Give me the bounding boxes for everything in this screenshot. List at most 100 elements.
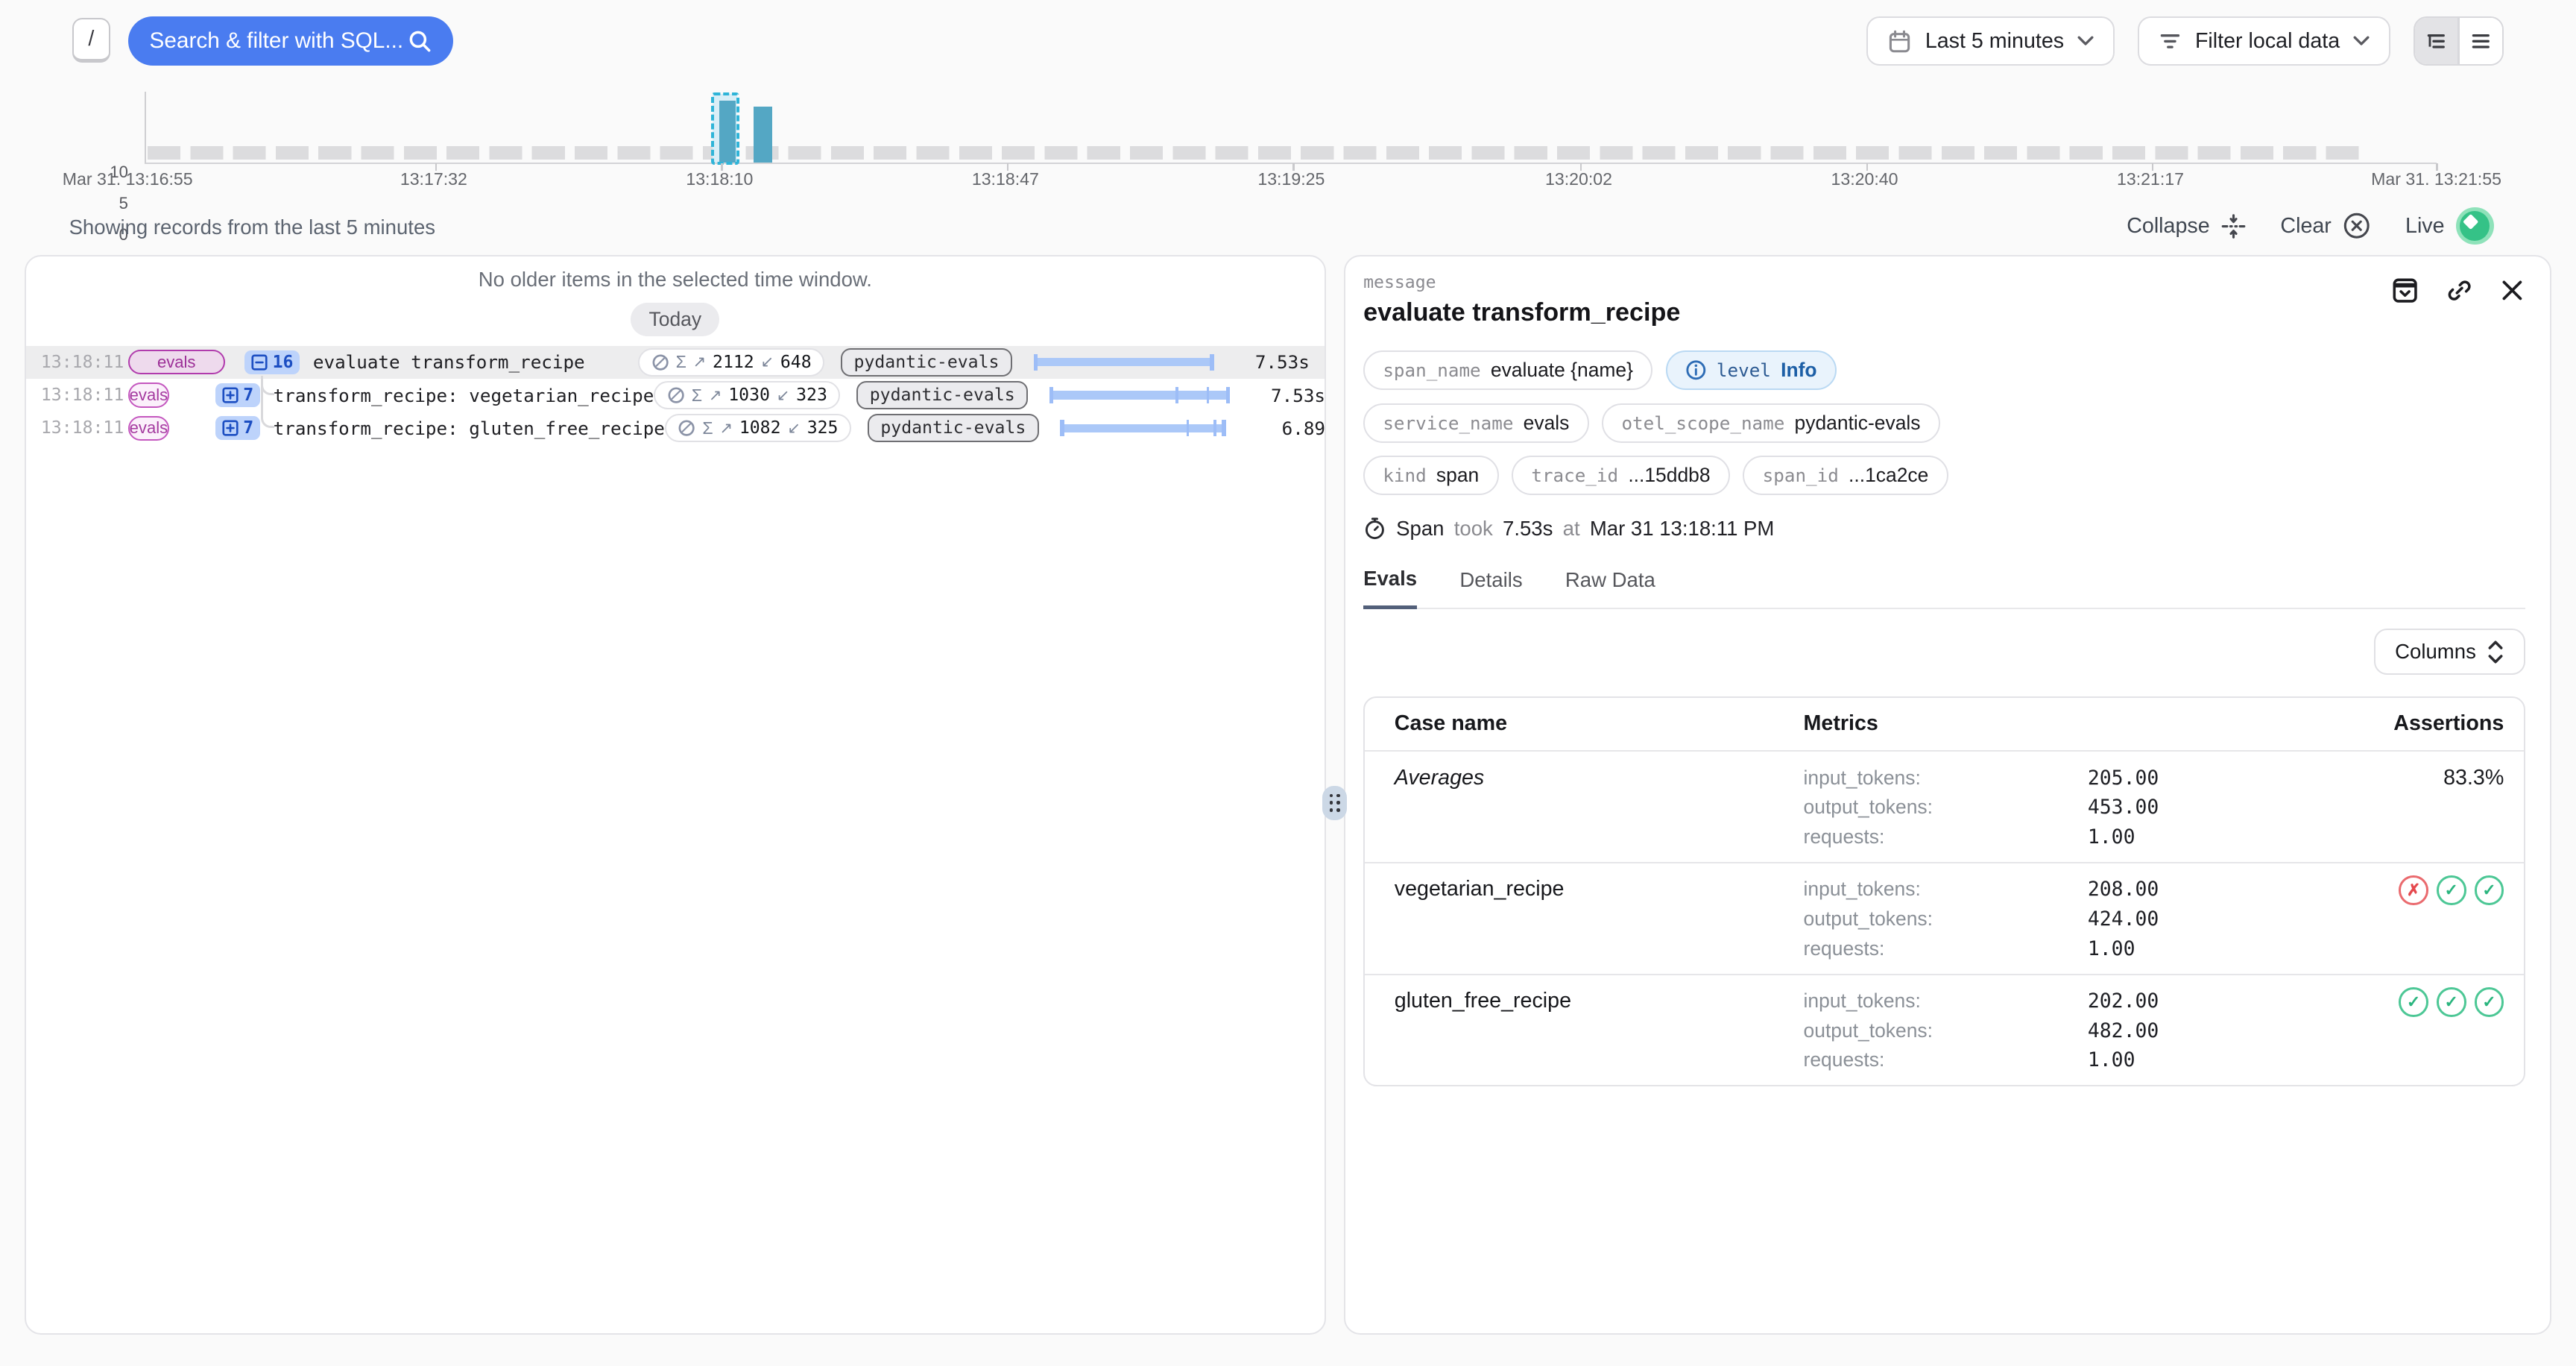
timeline-bar[interactable] xyxy=(754,107,771,163)
attr-kind[interactable]: kind span xyxy=(1363,456,1498,495)
attr-key: span_id xyxy=(1763,465,1839,486)
x-axis-labels: Mar 31. 13:16:55 13:17:32 13:18:10 13:18… xyxy=(0,169,2576,192)
x-circle-icon xyxy=(2343,212,2370,239)
expand-node-icon xyxy=(222,420,239,436)
copy-link-button[interactable] xyxy=(2446,277,2472,303)
summary-duration: 7.53s xyxy=(1503,517,1553,541)
header-case-name: Case name xyxy=(1395,711,1804,736)
span-count-pill[interactable]: 7 xyxy=(215,416,260,441)
sigma-icon: Σ xyxy=(702,418,713,438)
span-count-pill[interactable]: 7 xyxy=(215,383,260,408)
panel-resize-handle[interactable] xyxy=(1322,786,1347,820)
drag-dots-icon xyxy=(1330,794,1340,812)
service-badge[interactable]: evals xyxy=(128,416,169,441)
attr-value: pydantic-evals xyxy=(1795,412,1921,435)
expand-panel-button[interactable] xyxy=(2392,277,2418,303)
timeline-selection-outline xyxy=(711,92,739,165)
timeline-histogram: 10 5 0 Mar 31. 13:16:55 13:17:32 13:18:1… xyxy=(0,82,2576,197)
metric-value: 1.00 xyxy=(2088,1045,2346,1075)
hamburger-icon xyxy=(2470,31,2492,52)
collapse-button[interactable]: Collapse xyxy=(2127,214,2246,239)
tab-details[interactable]: Details xyxy=(1459,567,1522,608)
metric-value: 453.00 xyxy=(2088,793,2346,822)
scope-tag[interactable]: pydantic-evals xyxy=(868,414,1039,441)
arrow-up-right-icon: ↗ xyxy=(719,419,733,438)
x-axis-label: 13:18:10 xyxy=(686,169,753,189)
trace-rows: 13:18:11 evals 16 evaluate transform_rec… xyxy=(26,346,1325,444)
time-range-button[interactable]: Last 5 minutes xyxy=(1866,16,2115,66)
close-panel-button[interactable] xyxy=(2501,279,2524,302)
attr-value: ...15ddb8 xyxy=(1628,464,1710,487)
span-title: evaluate transform_recipe xyxy=(1363,298,2525,327)
slash-shortcut-key: / xyxy=(72,18,110,63)
span-message: evaluate transform_recipe xyxy=(313,351,585,373)
coin-icon xyxy=(651,353,669,371)
metric-label: output_tokens: xyxy=(1804,904,2088,934)
panel-expand-icon xyxy=(2392,277,2418,303)
attr-value: ...1ca2ce xyxy=(1849,464,1928,487)
coin-icon xyxy=(678,419,695,437)
clear-label: Clear xyxy=(2280,214,2331,239)
span-count-pill[interactable]: 16 xyxy=(244,350,300,375)
row-timestamp: 13:18:11 xyxy=(41,418,116,438)
filter-icon xyxy=(2159,30,2182,53)
clear-button[interactable]: Clear xyxy=(2280,212,2370,239)
input-tokens: 1030 xyxy=(728,385,770,405)
case-name: gluten_free_recipe xyxy=(1395,986,1804,1075)
trace-row[interactable]: 13:18:11 evals 7 transform_recipe: glute… xyxy=(26,412,1325,444)
attr-otel-scope-name[interactable]: otel_scope_name pydantic-evals xyxy=(1602,403,1940,443)
tree-view-toggle[interactable] xyxy=(2415,18,2457,64)
trace-row[interactable]: 13:18:11 evals 16 evaluate transform_rec… xyxy=(26,346,1325,379)
metric-label: requests: xyxy=(1804,1045,2088,1075)
detail-tabs: Evals Details Raw Data xyxy=(1363,567,2525,609)
service-badge[interactable]: evals xyxy=(128,383,169,407)
case-name: vegetarian_recipe xyxy=(1395,875,1804,963)
x-axis-label: 13:17:32 xyxy=(400,169,467,189)
filter-local-data-button[interactable]: Filter local data xyxy=(2138,16,2390,66)
metric-value: 205.00 xyxy=(2088,764,2346,793)
calendar-icon xyxy=(1887,29,1912,54)
record-kind-label: message xyxy=(1363,273,2525,292)
attr-span-name[interactable]: span_name evaluate {name} xyxy=(1363,350,1652,390)
scope-tag[interactable]: pydantic-evals xyxy=(856,381,1028,409)
timeline-zero-baseline xyxy=(148,146,2364,160)
columns-button[interactable]: Columns xyxy=(2374,629,2525,675)
assertion-score: 83.3% xyxy=(2346,764,2504,852)
metric-value: 424.00 xyxy=(2088,904,2346,934)
stopwatch-icon xyxy=(1363,517,1386,540)
service-badge[interactable]: evals xyxy=(128,350,225,374)
attr-key: level xyxy=(1717,359,1771,381)
attr-value: span xyxy=(1436,464,1479,487)
search-button-label: Search & filter with SQL... xyxy=(150,28,408,54)
span-duration-summary: Span took 7.53s at Mar 31 13:18:11 PM xyxy=(1363,517,2525,541)
x-axis-label: 13:18:47 xyxy=(972,169,1039,189)
duration-text: 7.53s xyxy=(1234,385,1325,406)
x-axis-label: Mar 31. 13:21:55 xyxy=(2371,169,2501,189)
live-toggle[interactable]: Live xyxy=(2405,207,2494,245)
attr-trace-id[interactable]: trace_id ...15ddb8 xyxy=(1512,456,1730,495)
empty-window-notice: No older items in the selected time wind… xyxy=(26,268,1325,292)
check-circle-icon: ✓ xyxy=(2437,875,2466,905)
metric-label: input_tokens: xyxy=(1804,875,2088,904)
attr-level[interactable]: level Info xyxy=(1666,350,1837,390)
attribute-badges: span_name evaluate {name} level Info ser… xyxy=(1363,350,2525,495)
attr-service-name[interactable]: service_name evals xyxy=(1363,403,1589,443)
duration-bar xyxy=(1034,349,1214,375)
x-axis-label: 13:20:02 xyxy=(1545,169,1612,189)
token-usage-pill: Σ ↗ 1030 ↙ 323 xyxy=(654,381,840,409)
summary-timestamp: Mar 31 13:18:11 PM xyxy=(1590,517,1775,541)
scope-tag[interactable]: pydantic-evals xyxy=(841,348,1012,376)
attr-key: otel_scope_name xyxy=(1621,412,1784,434)
assertion-icons: ✗✓✓ xyxy=(2346,875,2504,963)
date-chip: Today xyxy=(631,303,719,336)
metric-label: output_tokens: xyxy=(1804,1016,2088,1046)
evals-table-row: gluten_free_recipe input_tokens: output_… xyxy=(1365,975,2524,1086)
view-toggle-group xyxy=(2414,16,2504,66)
trace-row[interactable]: 13:18:11 evals 7 transform_recipe: veget… xyxy=(26,379,1325,412)
tab-evals[interactable]: Evals xyxy=(1363,567,1417,609)
close-icon xyxy=(2501,279,2524,302)
search-button[interactable]: Search & filter with SQL... xyxy=(128,16,453,66)
tab-raw-data[interactable]: Raw Data xyxy=(1565,567,1655,608)
list-view-toggle[interactable] xyxy=(2460,18,2502,64)
attr-span-id[interactable]: span_id ...1ca2ce xyxy=(1743,456,1948,495)
